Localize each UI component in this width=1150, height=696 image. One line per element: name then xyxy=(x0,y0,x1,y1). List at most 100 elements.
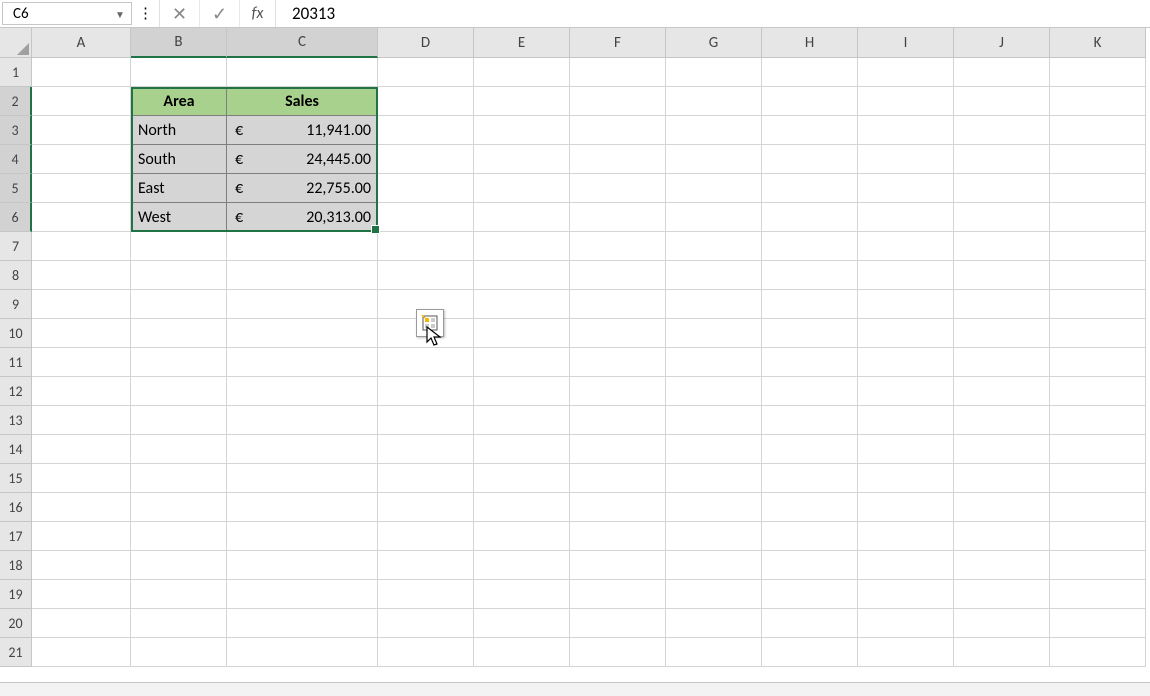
cell-D4[interactable] xyxy=(378,145,474,174)
cell-F8[interactable] xyxy=(570,261,666,290)
column-header-C[interactable]: C xyxy=(227,28,378,58)
cell-F18[interactable] xyxy=(570,551,666,580)
cell-J4[interactable] xyxy=(954,145,1050,174)
cell-E14[interactable] xyxy=(474,435,570,464)
cell-H16[interactable] xyxy=(762,493,858,522)
cell-G10[interactable] xyxy=(666,319,762,348)
cell-F16[interactable] xyxy=(570,493,666,522)
cell-A19[interactable] xyxy=(32,580,131,609)
cell-F7[interactable] xyxy=(570,232,666,261)
cell-K17[interactable] xyxy=(1050,522,1146,551)
cell-J12[interactable] xyxy=(954,377,1050,406)
cell-C5[interactable]: €22,755.00 xyxy=(227,174,378,203)
cell-B20[interactable] xyxy=(131,609,227,638)
cell-E17[interactable] xyxy=(474,522,570,551)
cell-D21[interactable] xyxy=(378,638,474,667)
cell-F21[interactable] xyxy=(570,638,666,667)
row-header-15[interactable]: 15 xyxy=(0,464,32,493)
cell-C12[interactable] xyxy=(227,377,378,406)
cell-E7[interactable] xyxy=(474,232,570,261)
cell-J21[interactable] xyxy=(954,638,1050,667)
cell-F20[interactable] xyxy=(570,609,666,638)
cell-A6[interactable] xyxy=(32,203,131,232)
sheet-tabs-bar[interactable] xyxy=(0,682,1150,696)
row-header-6[interactable]: 6 xyxy=(0,203,32,232)
cell-D14[interactable] xyxy=(378,435,474,464)
cell-J7[interactable] xyxy=(954,232,1050,261)
cell-F9[interactable] xyxy=(570,290,666,319)
cell-K15[interactable] xyxy=(1050,464,1146,493)
cell-B2[interactable]: Area xyxy=(131,87,227,116)
cell-G2[interactable] xyxy=(666,87,762,116)
cell-B10[interactable] xyxy=(131,319,227,348)
cell-H6[interactable] xyxy=(762,203,858,232)
cell-D13[interactable] xyxy=(378,406,474,435)
cell-K8[interactable] xyxy=(1050,261,1146,290)
cell-G4[interactable] xyxy=(666,145,762,174)
column-header-B[interactable]: B xyxy=(131,28,227,58)
cell-E15[interactable] xyxy=(474,464,570,493)
column-header-E[interactable]: E xyxy=(474,28,570,58)
cell-D19[interactable] xyxy=(378,580,474,609)
cell-F13[interactable] xyxy=(570,406,666,435)
column-header-G[interactable]: G xyxy=(666,28,762,58)
cell-I16[interactable] xyxy=(858,493,954,522)
cell-D5[interactable] xyxy=(378,174,474,203)
cell-A21[interactable] xyxy=(32,638,131,667)
column-header-A[interactable]: A xyxy=(32,28,131,58)
cell-H5[interactable] xyxy=(762,174,858,203)
cell-G9[interactable] xyxy=(666,290,762,319)
cell-I17[interactable] xyxy=(858,522,954,551)
confirm-button[interactable]: ✓ xyxy=(200,0,240,27)
cell-D12[interactable] xyxy=(378,377,474,406)
cell-J6[interactable] xyxy=(954,203,1050,232)
cell-H14[interactable] xyxy=(762,435,858,464)
cell-H7[interactable] xyxy=(762,232,858,261)
cell-E19[interactable] xyxy=(474,580,570,609)
cell-F19[interactable] xyxy=(570,580,666,609)
cell-A17[interactable] xyxy=(32,522,131,551)
cell-E8[interactable] xyxy=(474,261,570,290)
cell-K4[interactable] xyxy=(1050,145,1146,174)
cell-B8[interactable] xyxy=(131,261,227,290)
cell-K18[interactable] xyxy=(1050,551,1146,580)
cell-B9[interactable] xyxy=(131,290,227,319)
cell-E11[interactable] xyxy=(474,348,570,377)
cell-C11[interactable] xyxy=(227,348,378,377)
cell-A4[interactable] xyxy=(32,145,131,174)
cell-A9[interactable] xyxy=(32,290,131,319)
cell-J20[interactable] xyxy=(954,609,1050,638)
cell-C15[interactable] xyxy=(227,464,378,493)
cell-E6[interactable] xyxy=(474,203,570,232)
cell-A2[interactable] xyxy=(32,87,131,116)
row-header-20[interactable]: 20 xyxy=(0,609,32,638)
cell-D3[interactable] xyxy=(378,116,474,145)
cell-I11[interactable] xyxy=(858,348,954,377)
cell-H18[interactable] xyxy=(762,551,858,580)
cell-G17[interactable] xyxy=(666,522,762,551)
cell-D2[interactable] xyxy=(378,87,474,116)
cell-D20[interactable] xyxy=(378,609,474,638)
cell-C4[interactable]: €24,445.00 xyxy=(227,145,378,174)
cell-I12[interactable] xyxy=(858,377,954,406)
cell-F15[interactable] xyxy=(570,464,666,493)
row-header-2[interactable]: 2 xyxy=(0,87,32,116)
cell-F3[interactable] xyxy=(570,116,666,145)
cell-K11[interactable] xyxy=(1050,348,1146,377)
cell-B11[interactable] xyxy=(131,348,227,377)
cell-A15[interactable] xyxy=(32,464,131,493)
cell-I18[interactable] xyxy=(858,551,954,580)
cell-A7[interactable] xyxy=(32,232,131,261)
cell-C18[interactable] xyxy=(227,551,378,580)
row-header-14[interactable]: 14 xyxy=(0,435,32,464)
cell-A5[interactable] xyxy=(32,174,131,203)
cell-F4[interactable] xyxy=(570,145,666,174)
cell-B6[interactable]: West xyxy=(131,203,227,232)
row-header-9[interactable]: 9 xyxy=(0,290,32,319)
cell-C14[interactable] xyxy=(227,435,378,464)
column-header-J[interactable]: J xyxy=(954,28,1050,58)
cell-A11[interactable] xyxy=(32,348,131,377)
row-header-7[interactable]: 7 xyxy=(0,232,32,261)
cell-H9[interactable] xyxy=(762,290,858,319)
cell-D17[interactable] xyxy=(378,522,474,551)
